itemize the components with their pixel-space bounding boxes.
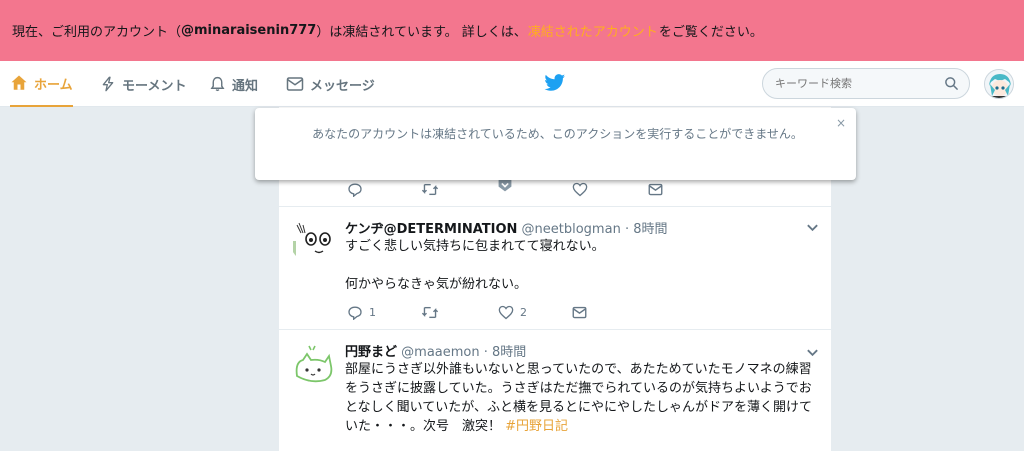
banner-text-suffix: をご覧ください。 [658,25,763,40]
prev-tweet-menu[interactable] [497,178,513,192]
tweet-author-handle[interactable]: @maaemon [401,345,479,360]
tweet-author-name[interactable]: ケンヂ@DETERMINATION [345,222,517,237]
tweet-text: すごく悲しい気持ちに包まれてて寝れない。 何かやらなきゃ気が紛れない。 [345,239,605,292]
reply-icon [348,183,362,197]
reply-action[interactable] [347,182,363,197]
tweet[interactable]: 円野まど @maaemon · 8時間 部屋にうさぎ以外誰もいないと思っていたの… [279,329,831,451]
toast-close-button[interactable]: × [836,116,846,130]
tweet-menu-button[interactable] [806,218,819,237]
suspended-account-link[interactable]: 凍結されたアカウント [528,21,658,40]
chevron-down-icon [807,224,818,232]
banner-text-prefix: 現在、ご利用のアカウント（ [12,25,182,40]
tweet-author-handle[interactable]: @neetblogman [522,222,621,237]
tweet-text: 部屋にうさぎ以外誰もいないと思っていたので、あたためていたモノマネの練習をうさぎ… [345,360,820,436]
like-action[interactable]: 2 [498,305,527,320]
search-box [762,68,970,99]
nav-messages[interactable]: メッセージ [286,61,375,107]
envelope-icon [572,306,587,319]
nav-home[interactable]: ホーム [10,61,73,107]
tweet-text-body: 部屋にうさぎ以外誰もいないと思っていたので、あたためていたモノマネの練習をうさぎ… [345,362,812,434]
lightning-icon [102,76,114,92]
avatar-cat-drawing-image [289,340,337,388]
retweet-action[interactable] [421,182,439,197]
envelope-icon [648,183,663,196]
tweet-timestamp[interactable]: · 8時間 [484,345,527,360]
search-icon[interactable] [944,76,959,91]
retweet-icon [421,306,439,319]
nav-notifications-label: 通知 [232,78,259,94]
reply-icon [348,306,362,320]
nav-messages-label: メッセージ [310,78,375,94]
avatar-drawing-image [289,215,337,263]
nav-moments-label: モーメント [122,78,187,94]
reply-count: 1 [369,306,376,319]
tweet-avatar[interactable] [289,340,337,388]
error-toast: あなたのアカウントは凍結されているため、このアクションを実行することができません… [255,108,856,180]
nav-moments[interactable]: モーメント [100,61,186,107]
banner-account-handle: @minaraisenin777 [181,23,317,38]
search-input[interactable] [775,77,935,90]
envelope-icon [286,77,304,91]
tweet-author-name[interactable]: 円野まど [345,345,397,360]
tweet-header: 円野まど @maaemon · 8時間 [345,341,526,360]
tweet-avatar[interactable] [289,215,337,263]
tweet-header: ケンヂ@DETERMINATION @neetblogman · 8時間 [345,218,668,237]
heart-icon [498,305,514,320]
chevron-down-icon [498,178,512,192]
chevron-down-icon [807,349,818,357]
tweet[interactable]: ケンヂ@DETERMINATION @neetblogman · 8時間 すごく… [279,206,831,329]
retweet-action[interactable] [421,305,445,320]
suspension-banner: 現在、ご利用のアカウント（ @minaraisenin777 ）は凍結されていま… [0,0,1024,61]
retweet-icon [421,183,439,196]
toast-message: あなたのアカウントは凍結されているため、このアクションを実行することができません… [312,127,803,141]
twitter-logo[interactable] [544,73,566,97]
profile-avatar[interactable] [984,69,1014,99]
home-icon [11,75,27,90]
dm-action[interactable] [648,183,663,196]
dm-action[interactable] [572,306,587,319]
like-count: 2 [520,306,527,319]
reply-action[interactable]: 1 [347,305,376,320]
tweet-timestamp[interactable]: · 8時間 [625,222,668,237]
nav-notifications[interactable]: 通知 [209,61,258,107]
heart-icon [572,182,588,197]
banner-text-middle: ）は凍結されています。 詳しくは、 [316,25,527,40]
tweet-hashtag-link[interactable]: #円野日記 [505,419,568,434]
twitter-bird-icon [544,74,566,91]
like-action[interactable] [572,182,588,197]
nav-home-label: ホーム [34,77,73,93]
bell-icon [210,76,225,92]
